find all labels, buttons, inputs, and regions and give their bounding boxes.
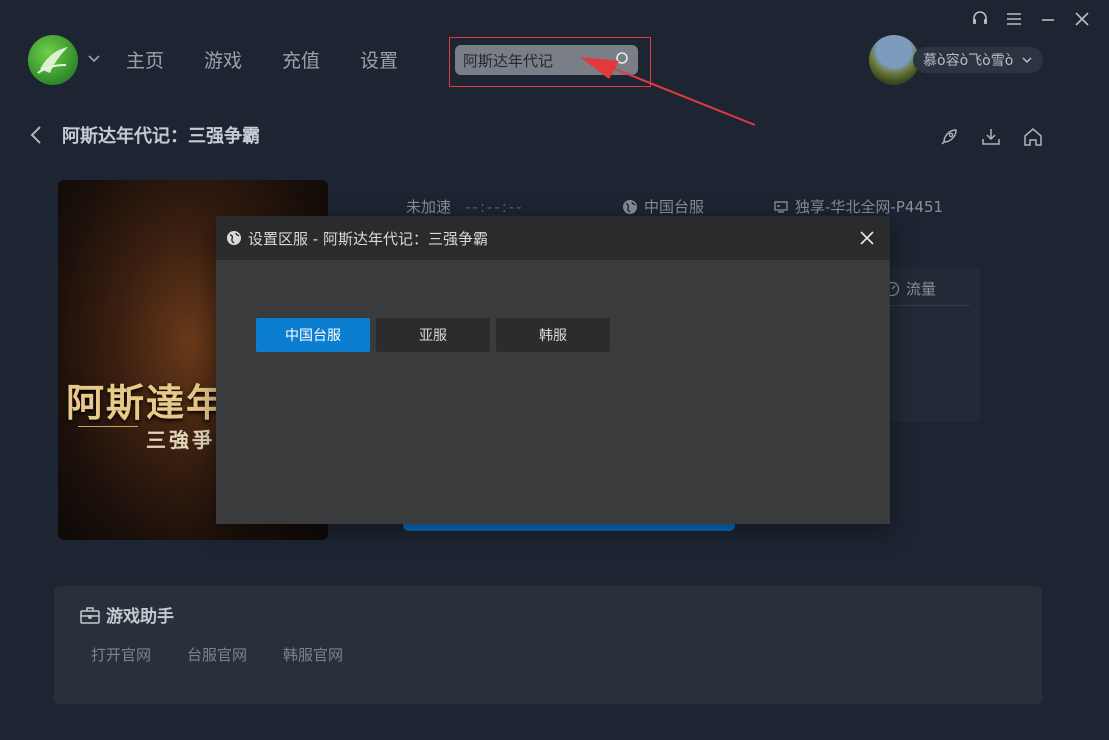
window-controls xyxy=(971,10,1091,28)
cover-divider xyxy=(78,426,138,427)
assistant-header: 游戏助手 xyxy=(80,602,174,627)
globe-icon xyxy=(623,199,637,214)
close-window-icon[interactable] xyxy=(1073,10,1091,28)
page-title: 阿斯达年代记：三强争霸 xyxy=(62,126,260,147)
chevron-down-icon[interactable] xyxy=(86,50,102,66)
dialog-header: 设置区服 - 阿斯达年代记：三强争霸 xyxy=(216,216,890,260)
cover-subtitle: 三強爭 xyxy=(146,428,215,452)
app-window: 主页 游戏 充值 设置 慕ò容ò飞ò雪ò 阿斯达年代记：三强争霸 xyxy=(0,0,1109,740)
app-logo[interactable] xyxy=(28,35,78,85)
traffic-tab[interactable]: 流量 xyxy=(884,278,936,299)
traffic-divider xyxy=(884,305,970,306)
region-select-dialog: 设置区服 - 阿斯达年代记：三强争霸 中国台服 亚服 韩服 xyxy=(216,216,890,524)
server-icon xyxy=(774,200,788,213)
node-info[interactable]: 独享-华北全网-P4451 xyxy=(773,196,943,217)
dialog-title: 设置区服 - 阿斯达年代记：三强争霸 xyxy=(248,229,488,248)
menu-icon[interactable] xyxy=(1005,10,1023,28)
download-icon[interactable] xyxy=(980,126,1002,148)
globe-icon xyxy=(227,231,241,245)
nav-item-settings[interactable]: 设置 xyxy=(360,46,398,73)
region-button-tw[interactable]: 中国台服 xyxy=(256,318,370,352)
link-tw-site[interactable]: 台服官网 xyxy=(187,644,247,665)
nav-item-home[interactable]: 主页 xyxy=(126,46,164,73)
main-nav: 主页 游戏 充值 设置 xyxy=(126,46,398,73)
minimize-icon[interactable] xyxy=(1039,10,1057,28)
assistant-title: 游戏助手 xyxy=(106,607,174,627)
user-name: 慕ò容ò飞ò雪ò xyxy=(923,53,1014,69)
link-kr-site[interactable]: 韩服官网 xyxy=(283,644,343,665)
nav-item-games[interactable]: 游戏 xyxy=(204,46,242,73)
user-menu[interactable]: 慕ò容ò飞ò雪ò xyxy=(869,35,1044,85)
accel-status: 未加速 --:--:-- xyxy=(406,196,524,217)
rocket-icon[interactable] xyxy=(938,126,960,148)
assistant-links: 打开官网 台服官网 韩服官网 xyxy=(91,644,343,665)
traffic-label: 流量 xyxy=(906,280,937,298)
node-info-label: 独享-华北全网-P4451 xyxy=(795,198,944,216)
chevron-down-icon xyxy=(1022,57,1032,64)
home-icon[interactable] xyxy=(1022,126,1044,148)
headset-icon[interactable] xyxy=(971,10,989,28)
avatar[interactable] xyxy=(869,35,919,85)
user-pill[interactable]: 慕ò容ò飞ò雪ò xyxy=(913,47,1044,73)
cover-title: 阿斯達年 xyxy=(66,380,227,425)
toolbox-icon xyxy=(80,606,100,624)
accel-timer: --:--:-- xyxy=(465,197,524,216)
nav-item-recharge[interactable]: 充值 xyxy=(282,46,320,73)
region-button-kr[interactable]: 韩服 xyxy=(496,318,610,352)
region-info-label: 中国台服 xyxy=(644,198,705,216)
region-button-asia[interactable]: 亚服 xyxy=(376,318,490,352)
region-info[interactable]: 中国台服 xyxy=(622,196,704,217)
game-assistant-panel: 游戏助手 打开官网 台服官网 韩服官网 xyxy=(54,586,1042,704)
back-icon[interactable] xyxy=(28,124,44,146)
region-list: 中国台服 亚服 韩服 xyxy=(256,318,610,352)
close-icon[interactable] xyxy=(858,229,876,247)
link-official-site[interactable]: 打开官网 xyxy=(91,644,151,665)
annotation-arrow xyxy=(580,57,756,126)
page-actions xyxy=(938,126,1044,148)
accel-status-label: 未加速 xyxy=(406,198,452,216)
